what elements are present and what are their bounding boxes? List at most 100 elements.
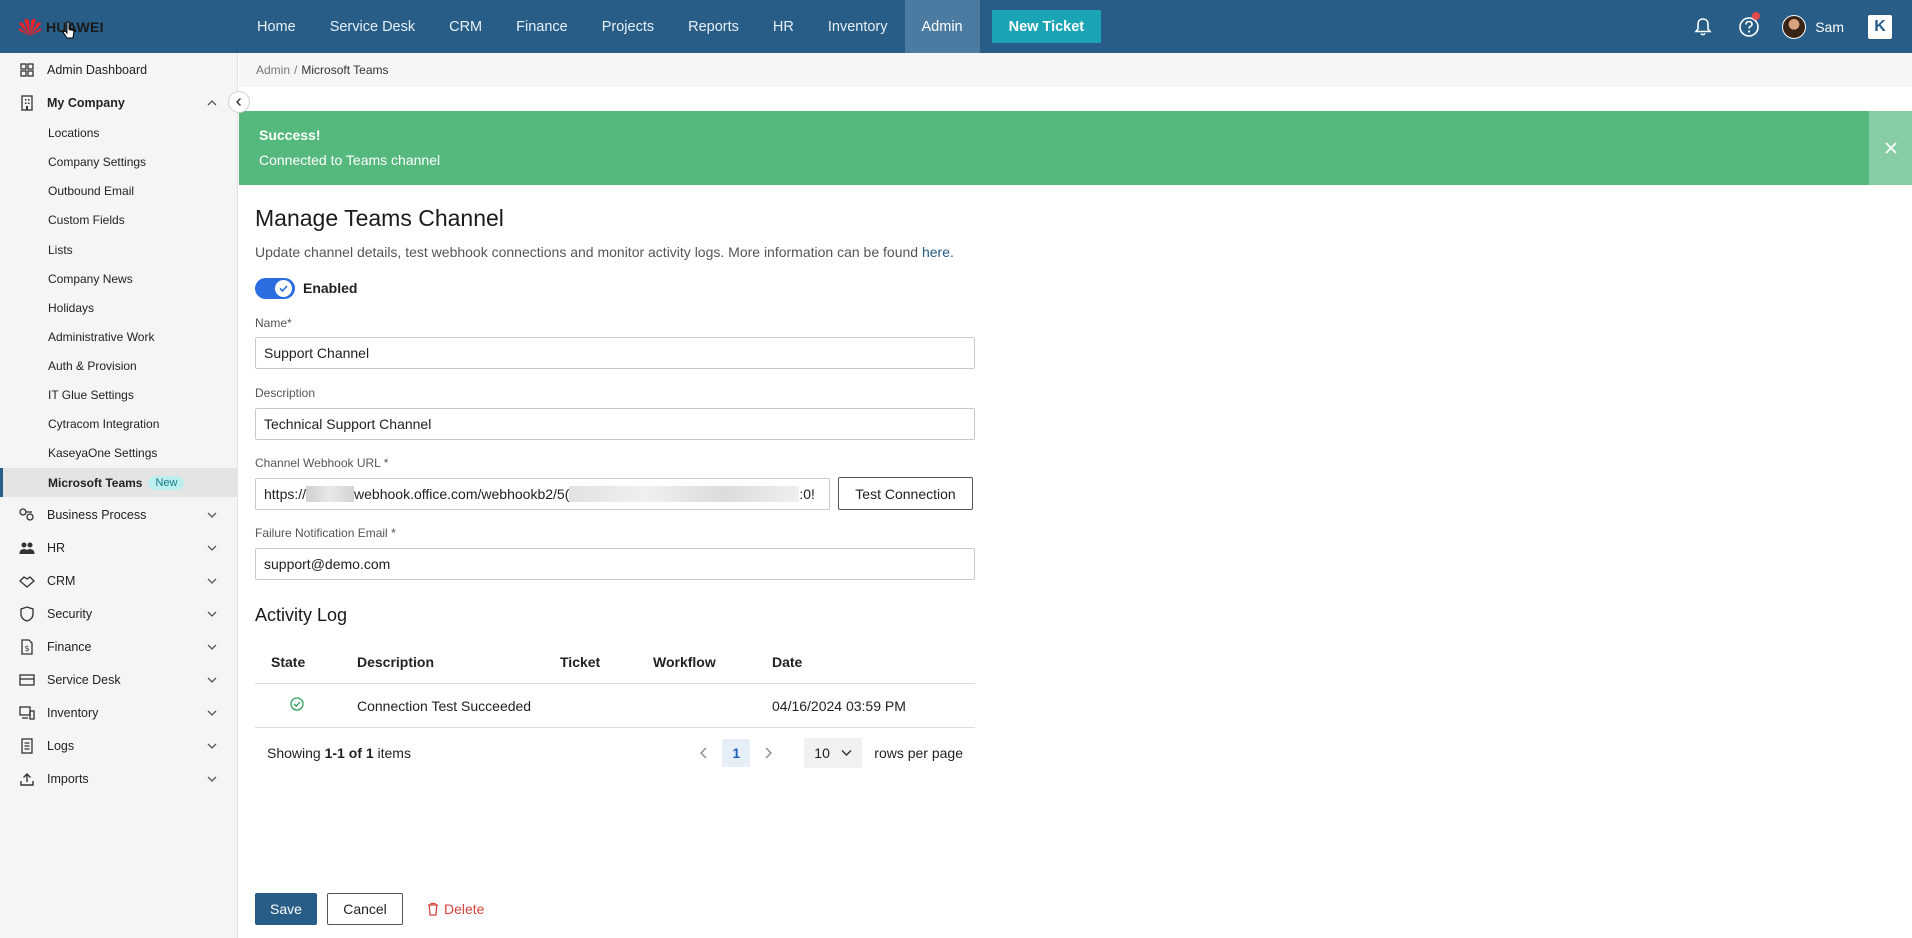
save-button[interactable]: Save (255, 893, 317, 925)
description-label: Description (255, 386, 316, 400)
required-mark: * (287, 316, 292, 330)
sidebar-item-label: Service Desk (47, 673, 121, 687)
notifications-button[interactable] (1680, 0, 1726, 53)
user-name: Sam (1815, 18, 1844, 35)
sidebar-subitem-kaseyaone-settings[interactable]: KaseyaOne Settings (0, 438, 238, 467)
description-cell: Connection Test Succeeded (357, 697, 532, 714)
brand-logo[interactable]: HUAWEI (0, 0, 240, 53)
sidebar-subitem-microsoft-teams[interactable]: Microsoft Teams New (0, 468, 238, 497)
column-header-workflow[interactable]: Workflow (653, 654, 772, 670)
sidebar-item-label: Finance (47, 640, 92, 654)
more-info-link[interactable]: here. (922, 244, 954, 260)
breadcrumb: Admin / Microsoft Teams (239, 53, 1912, 87)
upload-icon (18, 770, 36, 788)
finance-document-icon: $ (18, 638, 36, 656)
webhook-url-prefix: https:// (264, 486, 307, 502)
new-ticket-button[interactable]: New Ticket (991, 10, 1102, 43)
bell-icon (1694, 17, 1712, 36)
sidebar-subitem-locations[interactable]: Locations (0, 118, 238, 147)
sidebar-subitem-auth-provision[interactable]: Auth & Provision (0, 351, 238, 380)
success-check-circle-icon (290, 697, 304, 711)
user-menu[interactable]: Sam (1772, 14, 1868, 39)
required-mark: * (383, 456, 389, 470)
sidebar-subitem-cytracom-integration[interactable]: Cytracom Integration (0, 409, 238, 438)
sidebar-subitem-company-news[interactable]: Company News (0, 264, 238, 293)
nav-finance[interactable]: Finance (499, 0, 585, 53)
nav-inventory[interactable]: Inventory (811, 0, 905, 53)
sidebar-item-business-process[interactable]: Business Process (0, 500, 238, 530)
nav-admin[interactable]: Admin (904, 0, 980, 53)
sidebar-item-logs[interactable]: Logs (0, 731, 238, 761)
sidebar-item-finance[interactable]: $ Finance (0, 632, 238, 662)
webhook-url-input[interactable]: https:// webhook.office.com/webhookb2/5(… (255, 478, 830, 510)
showing-suffix: items (377, 745, 411, 761)
failure-email-input[interactable] (255, 548, 975, 580)
sidebar-item-my-company[interactable]: My Company (0, 88, 238, 118)
page-title: Manage Teams Channel (255, 205, 504, 231)
column-header-date[interactable]: Date (772, 654, 972, 670)
sidebar-item-crm[interactable]: CRM (0, 566, 238, 596)
success-alert: Success! Connected to Teams channel (239, 111, 1912, 185)
column-header-state[interactable]: State (255, 654, 357, 670)
close-icon (1884, 142, 1897, 154)
new-badge: New (148, 475, 185, 490)
nav-crm[interactable]: CRM (432, 0, 499, 53)
service-desk-icon (18, 671, 36, 689)
nav-service-desk[interactable]: Service Desk (313, 0, 432, 53)
webhook-label: Channel Webhook URL * (255, 456, 388, 470)
activity-log-table: State Description Ticket Workflow Date C… (255, 640, 975, 728)
name-input[interactable] (255, 337, 975, 369)
sidebar-item-inventory[interactable]: Inventory (0, 698, 238, 728)
trash-icon (428, 902, 438, 916)
sidebar-subitem-it-glue-settings[interactable]: IT Glue Settings (0, 380, 238, 409)
chevron-down-icon (207, 578, 217, 584)
chevron-down-icon (207, 545, 217, 551)
next-page-button[interactable] (756, 741, 780, 765)
help-button[interactable] (1726, 0, 1772, 53)
sidebar: Admin Dashboard My Company Locations Com… (0, 53, 238, 938)
nav-hr[interactable]: HR (756, 0, 811, 53)
showing-prefix: Showing (267, 745, 321, 761)
page-number-button[interactable]: 1 (722, 739, 751, 767)
sidebar-item-label: CRM (47, 574, 76, 588)
sidebar-subitem-holidays[interactable]: Holidays (0, 293, 238, 322)
kaseya-button[interactable]: K (1868, 14, 1892, 39)
sidebar-subitem-lists[interactable]: Lists (0, 235, 238, 264)
sidebar-item-security[interactable]: Security (0, 599, 238, 629)
activity-log-title: Activity Log (255, 605, 348, 625)
chevron-down-icon (207, 776, 217, 782)
column-header-ticket[interactable]: Ticket (560, 654, 653, 670)
enabled-toggle[interactable] (255, 278, 295, 299)
nav-reports[interactable]: Reports (671, 0, 756, 53)
items-count: Showing 1-1 of 1 items (267, 745, 411, 761)
sidebar-item-imports[interactable]: Imports (0, 764, 238, 794)
enabled-label: Enabled (303, 280, 358, 296)
page-size-select[interactable]: 10 (804, 738, 863, 768)
sidebar-item-hr[interactable]: HR (0, 533, 238, 563)
sidebar-item-label: My Company (47, 96, 125, 110)
user-avatar (1782, 14, 1807, 39)
table-header: State Description Ticket Workflow Date (255, 640, 975, 684)
redacted-text (569, 486, 800, 502)
breadcrumb-admin-link[interactable]: Admin (256, 63, 290, 77)
cancel-button[interactable]: Cancel (327, 893, 403, 925)
sidebar-subitem-administrative-work[interactable]: Administrative Work (0, 322, 238, 351)
nav-home[interactable]: Home (240, 0, 313, 53)
test-connection-button[interactable]: Test Connection (838, 477, 973, 510)
nav-projects[interactable]: Projects (585, 0, 671, 53)
previous-page-button[interactable] (692, 741, 716, 765)
people-icon (18, 539, 36, 557)
table-row: Connection Test Succeeded 04/16/2024 03:… (255, 684, 975, 728)
description-input[interactable] (255, 408, 975, 440)
sidebar-subitem-company-settings[interactable]: Company Settings (0, 147, 238, 176)
column-header-description[interactable]: Description (357, 654, 560, 670)
sidebar-subitem-custom-fields[interactable]: Custom Fields (0, 205, 238, 234)
breadcrumb-separator: / (294, 63, 298, 77)
alert-close-button[interactable] (1869, 111, 1912, 185)
sidebar-collapse-button[interactable] (228, 91, 250, 113)
sidebar-subitem-outbound-email[interactable]: Outbound Email (0, 176, 238, 205)
delete-button[interactable]: Delete (427, 893, 484, 925)
page-description-text: Update channel details, test webhook con… (255, 244, 919, 260)
sidebar-item-admin-dashboard[interactable]: Admin Dashboard (0, 55, 238, 85)
sidebar-item-service-desk[interactable]: Service Desk (0, 665, 238, 695)
